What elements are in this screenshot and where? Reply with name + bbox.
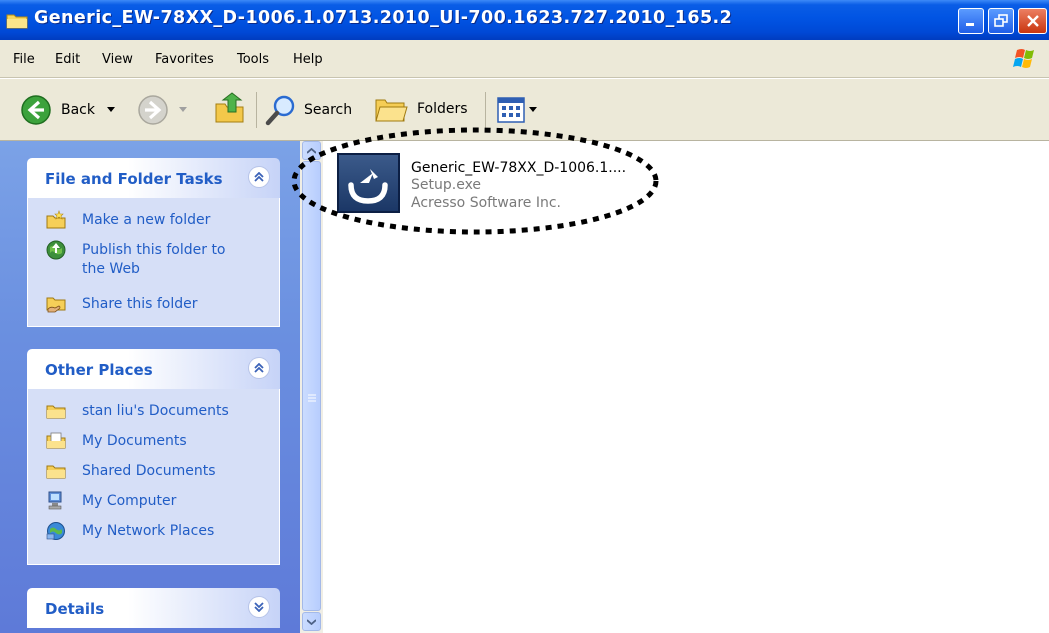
panel-header[interactable]: Details [27, 588, 280, 628]
chevron-down-icon[interactable] [179, 107, 187, 113]
share-folder-icon [46, 297, 66, 313]
folders-button[interactable]: Folders [374, 94, 468, 124]
chevron-down-icon [307, 618, 316, 625]
folders-icon [375, 99, 408, 122]
forward-arrow-icon [138, 95, 168, 125]
panel-header[interactable]: File and Folder Tasks [27, 158, 280, 198]
highlight-ellipse-annotation [291, 127, 659, 235]
back-label: Back [61, 102, 95, 118]
back-button[interactable]: Back [20, 94, 115, 126]
minimize-button[interactable] [958, 8, 984, 34]
folder-icon [46, 405, 66, 419]
details-panel: Details [27, 588, 280, 628]
panel-title: Other Places [45, 361, 153, 379]
collapse-button[interactable] [248, 166, 270, 188]
title-bar[interactable]: Generic_EW-78XX_D-1006.1.0713.2010_UI-70… [0, 0, 1049, 40]
panel-header[interactable]: Other Places [27, 349, 280, 389]
scroll-down-button[interactable] [302, 612, 321, 631]
chevron-up-double-icon [254, 172, 264, 182]
menu-bar: File Edit View Favorites Tools Help [0, 40, 1049, 78]
chevron-down-icon[interactable] [107, 107, 115, 113]
chevron-down-double-icon [254, 602, 264, 612]
close-icon [1026, 15, 1039, 27]
place-label: My Documents [82, 433, 187, 449]
collapse-button[interactable] [248, 357, 270, 379]
window-title: Generic_EW-78XX_D-1006.1.0713.2010_UI-70… [34, 8, 733, 28]
computer-icon [48, 491, 62, 510]
close-button[interactable] [1018, 8, 1047, 34]
place-label: stan liu's Documents [82, 403, 229, 419]
chevron-up-double-icon [254, 363, 264, 373]
search-label: Search [304, 102, 353, 118]
up-folder-button[interactable] [213, 92, 247, 126]
panel-body: stan liu's Documents My Documents Shared… [27, 389, 280, 565]
chevron-down-icon[interactable] [529, 107, 537, 113]
task-label: Make a new folder [82, 212, 211, 228]
place-label: Shared Documents [82, 463, 216, 479]
other-places-panel: Other Places stan liu's Documents My Doc… [27, 349, 280, 565]
panel-body: Make a new folder Publish this folder to… [27, 198, 280, 327]
toolbar-separator [256, 92, 257, 128]
task-label: the Web [82, 261, 140, 277]
menu-file[interactable]: File [13, 52, 35, 67]
menu-help[interactable]: Help [293, 52, 323, 67]
up-folder-icon [215, 92, 244, 123]
folders-label: Folders [417, 101, 468, 117]
place-label: My Computer [82, 493, 177, 509]
views-grid-icon [497, 97, 525, 123]
menu-edit[interactable]: Edit [55, 52, 80, 67]
file-folder-tasks-panel: File and Folder Tasks Make a new folder [27, 158, 280, 327]
place-label: My Network Places [82, 523, 215, 539]
back-arrow-icon [21, 95, 51, 125]
expand-button[interactable] [248, 596, 270, 618]
new-folder-icon [46, 210, 66, 229]
my-documents-icon [46, 432, 66, 449]
windows-logo-icon [1005, 45, 1045, 75]
restore-icon [994, 14, 1008, 27]
menu-tools[interactable]: Tools [237, 52, 269, 67]
menu-view[interactable]: View [102, 52, 133, 67]
task-pane: File and Folder Tasks Make a new folder [0, 141, 300, 633]
folder-icon [6, 14, 28, 29]
panel-title: File and Folder Tasks [45, 170, 223, 188]
forward-button[interactable] [137, 94, 187, 126]
folder-icon [46, 465, 66, 479]
globe-publish-icon [46, 240, 66, 260]
network-icon [46, 522, 65, 540]
restore-button[interactable] [988, 8, 1014, 34]
task-label: Publish this folder to [82, 242, 226, 258]
task-label: Share this folder [82, 296, 198, 312]
menu-favorites[interactable]: Favorites [155, 52, 214, 67]
grip-icon [308, 394, 316, 402]
panel-title: Details [45, 600, 105, 618]
minimize-icon [966, 23, 974, 26]
views-button[interactable] [497, 97, 537, 123]
